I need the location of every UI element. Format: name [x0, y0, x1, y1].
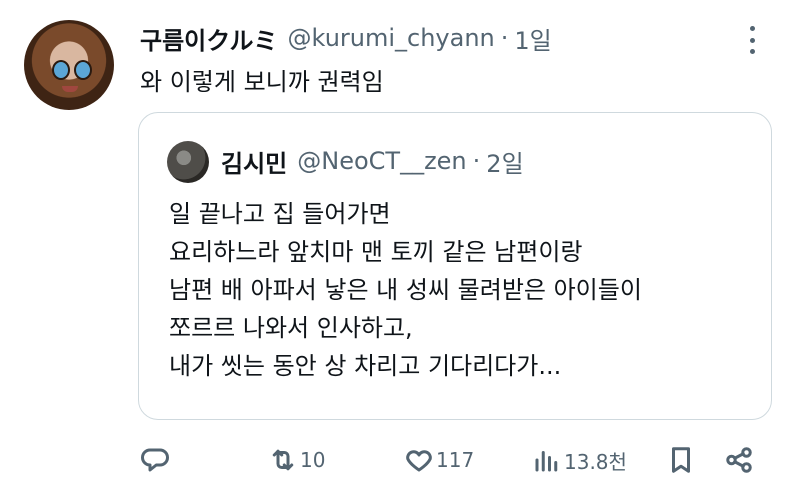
like-count: 117 — [436, 448, 475, 472]
separator-dot: · — [472, 147, 481, 175]
quoted-line: 요리하느라 앞치마 맨 토끼 같은 남편이랑 — [169, 238, 583, 266]
like-button[interactable]: 117 — [404, 440, 474, 480]
views-button[interactable]: 13.8천 — [532, 440, 627, 480]
more-dot — [749, 37, 755, 43]
retweet-icon — [272, 449, 294, 471]
quoted-line: 쪼르르 나와서 인사하고, — [169, 314, 413, 342]
more-dot — [749, 26, 755, 31]
author-handle[interactable]: @kurumi_chyann — [288, 24, 495, 52]
quoted-tweet[interactable]: 김시민 @NeoCT__zen · 2일 일 끝나고 집 들어가면 요리하느라 … — [138, 112, 772, 420]
tweet-text: 와 이렇게 보니까 권력임 — [140, 68, 384, 96]
quoted-avatar[interactable] — [167, 141, 209, 183]
reply-button[interactable] — [140, 440, 172, 480]
bookmark-icon — [672, 447, 690, 473]
share-icon — [726, 447, 752, 473]
action-bar: 10 117 13.8천 — [136, 440, 764, 480]
quoted-line: 일 끝나고 집 들어가면 — [169, 200, 391, 228]
share-button[interactable] — [724, 440, 754, 480]
tweet-time[interactable]: 1일 — [514, 21, 551, 56]
avatar-mouth — [62, 86, 78, 92]
quoted-text: 일 끝나고 집 들어가면 요리하느라 앞치마 맨 토끼 같은 남편이랑 남편 배… — [169, 195, 642, 385]
retweet-button[interactable]: 10 — [268, 440, 325, 480]
avatar-eye — [74, 60, 92, 80]
quoted-time: 2일 — [486, 149, 524, 178]
quoted-header: 김시민 @NeoCT__zen · 2일 — [221, 143, 524, 179]
views-icon — [535, 451, 558, 472]
quoted-line: 남편 배 아파서 낳은 내 성씨 물려받은 아이들이 — [169, 276, 642, 304]
views-count: 13.8천 — [564, 449, 627, 474]
avatar-eye — [52, 60, 70, 80]
quoted-author-name: 김시민 — [221, 149, 288, 178]
bookmark-button[interactable] — [666, 440, 696, 480]
separator-dot: · — [500, 24, 509, 52]
avatar[interactable] — [24, 20, 114, 110]
author-name[interactable]: 구름이クルミ — [140, 21, 278, 56]
more-options-button[interactable] — [742, 26, 762, 54]
tweet-header: 구름이クルミ @kurumi_chyann · 1일 — [140, 20, 552, 56]
retweet-count: 10 — [300, 448, 326, 472]
quoted-author-handle: @NeoCT__zen — [297, 147, 467, 175]
reply-icon — [141, 448, 169, 472]
more-dot — [749, 49, 755, 54]
heart-icon — [406, 450, 432, 472]
quoted-line: 내가 씻는 동안 상 차리고 기다리다가... — [169, 352, 562, 380]
